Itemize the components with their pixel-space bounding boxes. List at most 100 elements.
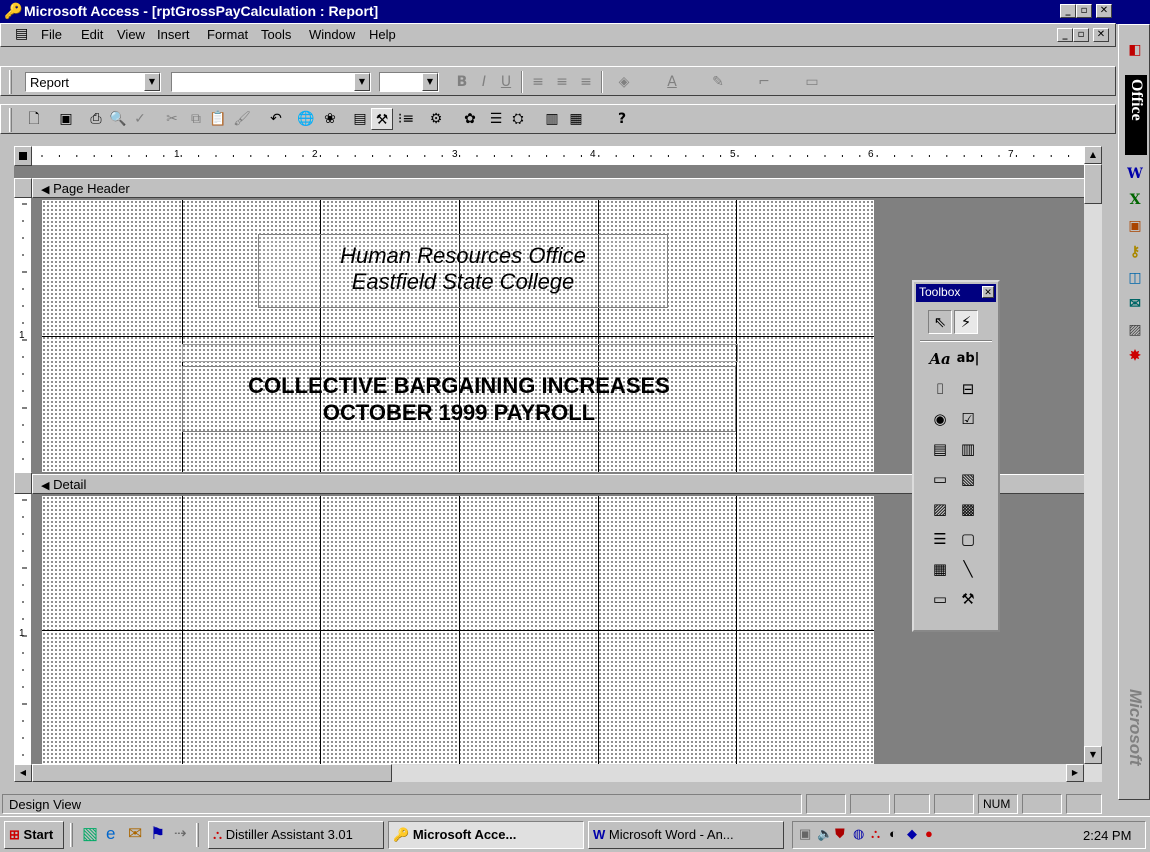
cut-icon[interactable]: ✂ [161, 108, 183, 130]
field-list-icon[interactable]: ▤ [349, 108, 371, 130]
check-box-icon[interactable]: ☑ [956, 408, 980, 432]
doc-minimize-button[interactable]: _ [1057, 28, 1073, 42]
channels-icon[interactable]: ⚑ [150, 824, 165, 844]
show-desktop-icon[interactable]: ▧ [82, 824, 98, 844]
scroll-left-button[interactable]: ◀ [14, 764, 32, 782]
font-size-combo[interactable]: ▼ [379, 72, 439, 92]
font-name-combo[interactable]: ▼ [171, 72, 371, 92]
office-logo-icon[interactable]: ◧ [1123, 39, 1147, 63]
menu-file[interactable]: File [41, 27, 62, 42]
border-width-icon[interactable]: ⌐ [753, 71, 775, 93]
access-key-icon[interactable]: 🔑 [4, 2, 23, 20]
select-objects-icon[interactable]: ⇖ [928, 310, 952, 334]
bound-object-frame-icon[interactable]: ▩ [956, 498, 980, 522]
title-bar[interactable]: 🔑 Microsoft Access - [rptGrossPayCalcula… [0, 0, 1116, 23]
task-distiller[interactable]: ⛬ Distiller Assistant 3.01 [208, 821, 384, 849]
copy-icon[interactable]: ⧉ [185, 108, 207, 130]
scroll-thumb[interactable] [1084, 164, 1102, 204]
properties-icon[interactable]: ☰ [485, 108, 507, 130]
record-icon[interactable]: ● [925, 826, 933, 841]
print-icon[interactable]: ⎙ [85, 108, 107, 130]
list-box-icon[interactable]: ▥ [956, 438, 980, 462]
sorting-grouping-icon[interactable]: ⁝≡ [395, 108, 417, 130]
menu-insert[interactable]: Insert [157, 27, 190, 42]
scroll-up-button[interactable]: ▲ [1084, 146, 1102, 164]
report-icon[interactable]: ▤ [15, 26, 28, 42]
toolbar-grip[interactable] [9, 70, 12, 94]
more-launch-icon[interactable]: ⇢ [174, 824, 187, 842]
menu-help[interactable]: Help [369, 27, 396, 42]
tab-control-icon[interactable]: ▢ [956, 528, 980, 552]
align-left-icon[interactable]: ≡ [527, 71, 549, 93]
format-painter-icon[interactable]: 🖌 [231, 108, 253, 130]
menu-tools[interactable]: Tools [261, 27, 291, 42]
view-icon[interactable]: 🗋 [23, 108, 45, 130]
more-controls-icon[interactable]: ⚒ [956, 588, 980, 612]
minimize-button[interactable]: _ [1060, 4, 1076, 18]
excel-icon[interactable]: X [1123, 189, 1147, 213]
menu-edit[interactable]: Edit [81, 27, 103, 42]
align-center-icon[interactable]: ≡ [551, 71, 573, 93]
insert-hyperlink-icon[interactable]: 🌐 [295, 108, 317, 130]
line-tool-icon[interactable]: ╲ [956, 558, 980, 582]
menu-view[interactable]: View [117, 27, 145, 42]
build-icon[interactable]: ⛭ [507, 108, 529, 130]
toolbox-title-bar[interactable]: Toolbox ✕ [916, 284, 996, 302]
doc-close-button[interactable]: ✕ [1093, 28, 1109, 42]
page-header-bar[interactable]: ◀ Page Header [32, 178, 1102, 198]
word-icon[interactable]: W [1123, 163, 1147, 187]
menu-format[interactable]: Format [207, 27, 248, 42]
unbound-object-frame-icon[interactable]: ▨ [928, 498, 952, 522]
internet-explorer-icon[interactable]: e [106, 824, 115, 844]
select-report-box[interactable] [14, 146, 32, 166]
object-combo[interactable]: Report ▼ [25, 72, 161, 92]
align-right-icon[interactable]: ≡ [575, 71, 597, 93]
spelling-icon[interactable]: ✓ [129, 108, 151, 130]
task-word[interactable]: W Microsoft Word - An... [588, 821, 784, 849]
page-header-selector[interactable] [14, 178, 32, 198]
doc-maximize-button[interactable]: ▫ [1073, 28, 1089, 42]
vertical-scrollbar[interactable]: ▲ ▼ [1084, 146, 1102, 764]
task-access[interactable]: 🔑 Microsoft Acce... [388, 821, 584, 849]
outlook-icon[interactable]: ✉ [1123, 293, 1147, 317]
textbox-tool-icon[interactable]: ab| [956, 348, 980, 372]
auto-format-icon[interactable]: ⚙ [425, 108, 447, 130]
print-preview-icon[interactable]: 🔍 [107, 108, 129, 130]
combo-box-icon[interactable]: ▤ [928, 438, 952, 462]
detail-selector[interactable] [14, 472, 32, 494]
new-object-icon[interactable]: ▦ [565, 108, 587, 130]
database-window-icon[interactable]: ▥ [541, 108, 563, 130]
command-button-icon[interactable]: ▭ [928, 468, 952, 492]
network-icon[interactable]: ◍ [853, 826, 864, 842]
chevron-down-icon[interactable]: ▼ [354, 73, 370, 91]
label-tool-icon[interactable]: Aa [928, 348, 952, 372]
page-break-icon[interactable]: ☰ [928, 528, 952, 552]
image-icon[interactable]: ▧ [956, 468, 980, 492]
code-icon[interactable]: ✿ [459, 108, 481, 130]
report-title-box[interactable]: COLLECTIVE BARGAINING INCREASES OCTOBER … [182, 366, 736, 432]
menu-window[interactable]: Window [309, 27, 355, 42]
powerpoint-icon[interactable]: ▣ [1123, 215, 1147, 239]
schedule-icon[interactable]: ▨ [1123, 319, 1147, 343]
undo-icon[interactable]: ↶ [265, 108, 287, 130]
web-toolbar-icon[interactable]: ❀ [319, 108, 341, 130]
access-icon[interactable]: ⚷ [1123, 241, 1147, 265]
control-wizards-icon[interactable]: ⚡ [954, 310, 978, 334]
chevron-down-icon[interactable]: ▼ [144, 73, 160, 91]
outlook-express-icon[interactable]: ✉ [128, 824, 142, 844]
special-effect-icon[interactable]: ▭ [801, 71, 823, 93]
volume-icon[interactable]: 🔈 [817, 826, 833, 842]
close-icon[interactable]: ✕ [982, 286, 994, 298]
chevron-down-icon[interactable]: ▼ [422, 73, 438, 91]
save-icon[interactable]: ▣ [55, 108, 77, 130]
horizontal-scrollbar[interactable]: ◀ ▶ [14, 764, 1102, 782]
underline-button[interactable]: U [495, 71, 517, 93]
paste-icon[interactable]: 📋 [207, 108, 229, 130]
detail-section[interactable] [42, 496, 874, 764]
font-color-icon[interactable]: A [661, 71, 683, 93]
toggle-button-icon[interactable]: ⊟ [956, 378, 980, 402]
agent-icon[interactable]: ◐ [889, 826, 897, 841]
subform-icon[interactable]: ▦ [928, 558, 952, 582]
antivirus-icon[interactable]: ⛊ [835, 826, 845, 842]
close-button[interactable]: ✕ [1096, 4, 1112, 18]
